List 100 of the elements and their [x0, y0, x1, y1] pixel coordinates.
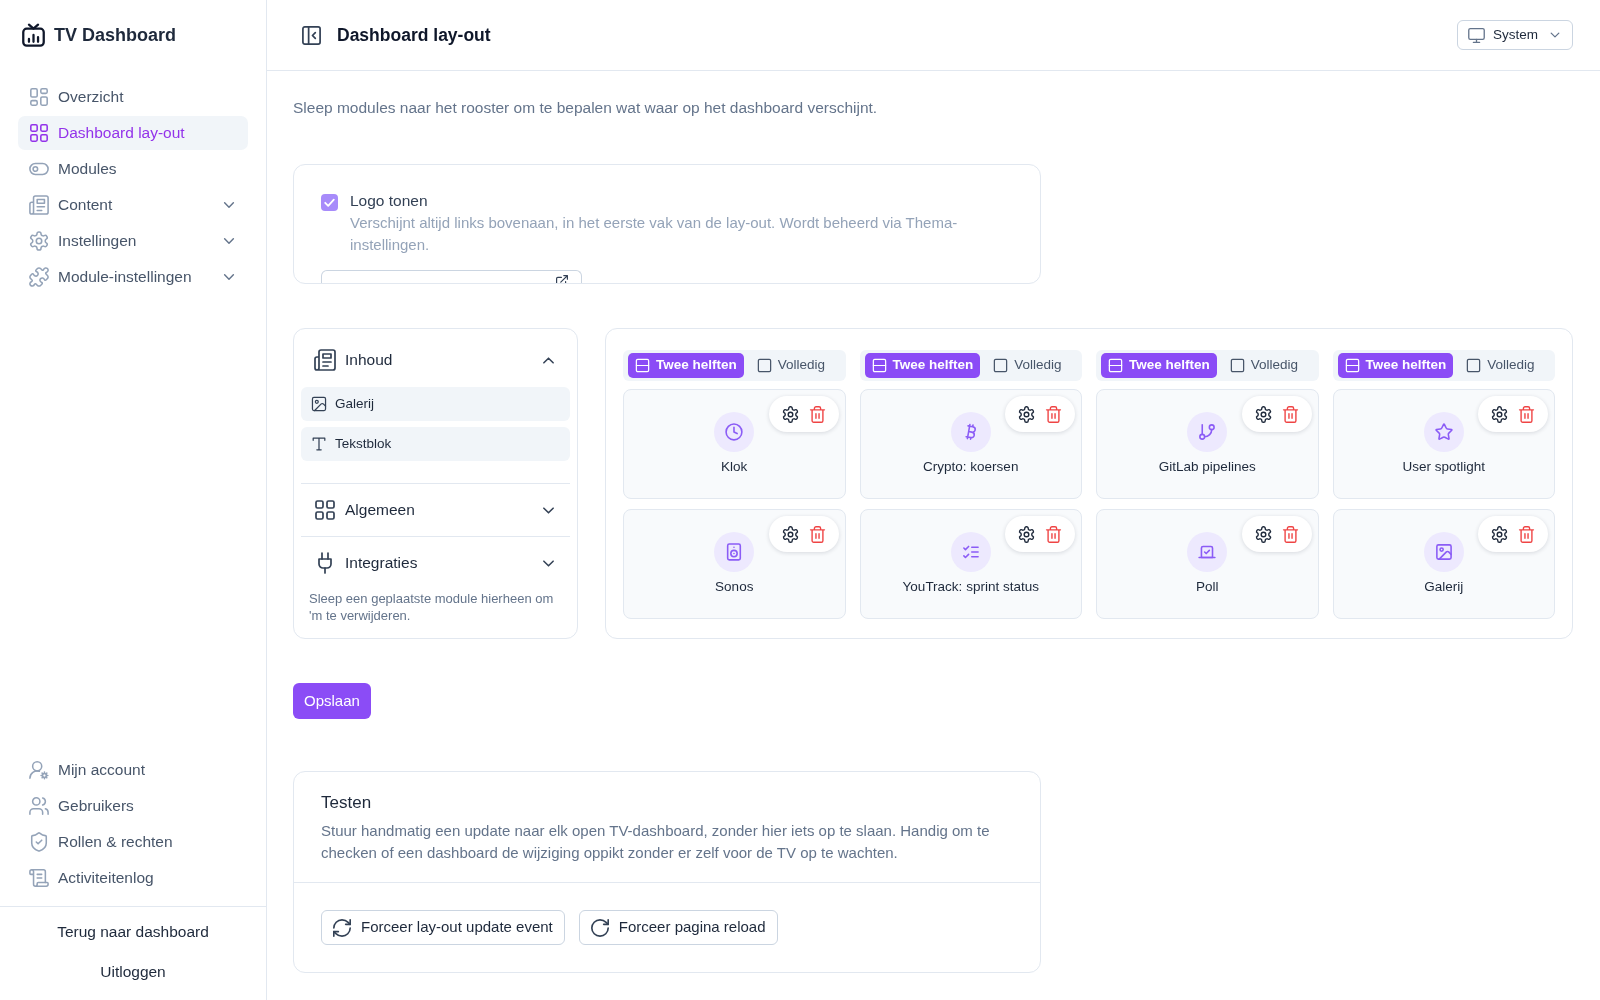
image-icon: [311, 396, 327, 412]
logout-link[interactable]: Uitloggen: [100, 952, 166, 992]
module-tile[interactable]: User spotlight: [1332, 389, 1555, 499]
clock-icon: [714, 412, 755, 452]
brand-name: TV Dashboard: [54, 23, 177, 47]
text-icon: [311, 436, 327, 452]
puzzle-icon: [29, 267, 49, 287]
shield-check-icon: [29, 832, 49, 852]
intro-text: Sleep modules naar het rooster om te bepalen wat waar op het dashboard verschijnt.: [293, 98, 879, 118]
trash-icon[interactable]: [808, 405, 826, 423]
settings-icon[interactable]: [1254, 525, 1272, 543]
trash-icon[interactable]: [1281, 525, 1299, 543]
module-tile[interactable]: YouTrack: sprint status: [859, 509, 1082, 619]
category-header[interactable]: Inhoud: [301, 334, 570, 386]
module-name: GitLab pipelines: [1158, 458, 1256, 476]
width-option[interactable]: Twee helften: [628, 353, 744, 378]
page-title: Dashboard lay-out: [337, 24, 491, 46]
back-link[interactable]: Terug naar dashboard: [57, 912, 209, 952]
width-option[interactable]: Twee helften: [1337, 353, 1454, 378]
settings-icon[interactable]: [1018, 525, 1035, 543]
users-icon: [29, 796, 49, 816]
sidebar-toggle-icon[interactable]: [301, 24, 322, 46]
split-square-icon: [1344, 358, 1360, 373]
checkbox-description: Verschijnt altijd links bovenaan, in het eerste vak van de lay-out. Wordt beheerd via Thema-instellingen.: [350, 213, 959, 255]
palette-item[interactable]: Galerij: [301, 387, 570, 421]
settings-icon[interactable]: [1018, 405, 1035, 423]
module-name: Klok: [721, 458, 748, 476]
module-tile[interactable]: Klok: [623, 389, 846, 499]
settings-icon[interactable]: [781, 525, 799, 543]
page-reload-button[interactable]: Forceer pagina reload: [578, 910, 778, 945]
category-header[interactable]: Integraties: [301, 537, 570, 589]
width-option[interactable]: Volledig: [1222, 353, 1306, 378]
nav-item[interactable]: Instellingen: [18, 224, 248, 258]
checkbox[interactable]: [321, 193, 338, 211]
module-name: Sonos: [715, 578, 754, 596]
branch-icon: [1187, 412, 1228, 452]
nav-item[interactable]: Modules: [18, 152, 248, 186]
square-icon: [756, 358, 772, 373]
external-link-icon: [556, 275, 568, 283]
nav-item[interactable]: Content: [18, 188, 248, 222]
module-tile[interactable]: Crypto: koersen: [859, 389, 1082, 499]
settings-icon[interactable]: [781, 405, 799, 423]
trash-icon[interactable]: [1045, 405, 1062, 423]
palette-item[interactable]: Tekstblok: [301, 427, 570, 461]
width-option[interactable]: Twee helften: [1101, 353, 1217, 378]
settings-icon[interactable]: [1491, 525, 1508, 543]
layout-update-button[interactable]: Forceer lay-out update event: [321, 910, 565, 945]
width-option[interactable]: Volledig: [749, 353, 833, 378]
module-tile[interactable]: Sonos: [623, 509, 846, 619]
split-square-icon: [635, 358, 650, 373]
split-square-icon: [1108, 358, 1123, 373]
square-icon: [993, 358, 1009, 373]
nav-item[interactable]: Mijn account: [18, 753, 248, 787]
trash-icon[interactable]: [1045, 525, 1062, 543]
remove-hint: Sleep een geplaatste module hierheen om 'm te verwijderen.: [308, 590, 555, 624]
module-tile[interactable]: Poll: [1096, 509, 1319, 619]
bitcoin-icon: [950, 412, 991, 452]
checklist-icon: [950, 532, 991, 572]
split-square-icon: [871, 358, 887, 373]
nav-item[interactable]: Rollen & rechten: [18, 825, 248, 859]
module-tile[interactable]: GitLab pipelines: [1096, 389, 1319, 499]
trash-icon[interactable]: [1518, 525, 1535, 543]
newspaper-icon: [29, 195, 49, 215]
module-name: Galerij: [1424, 578, 1464, 596]
grid-icon: [314, 499, 336, 521]
nav-item[interactable]: Overzicht: [18, 80, 248, 114]
save-button[interactable]: Opslaan: [293, 683, 371, 719]
theme-select[interactable]: System: [1457, 20, 1573, 50]
trash-icon[interactable]: [1281, 405, 1299, 423]
card-title: Testen: [321, 792, 373, 814]
refresh-icon: [332, 917, 352, 938]
card-description: Stuur handmatig een update naar elk open TV-dashboard, zonder hier iets op te slaan. Handig om te checken of een dashboard de wijziging oppikt zonder er zelf voor de TV op te wachten.: [321, 821, 991, 863]
width-option[interactable]: Twee helften: [864, 353, 981, 378]
tv-icon: [21, 22, 46, 48]
nav-item[interactable]: Gebruikers: [18, 789, 248, 823]
category-header[interactable]: Algemeen: [301, 484, 570, 536]
trash-icon[interactable]: [1518, 405, 1535, 423]
dashboard-icon: [29, 87, 49, 107]
image-icon: [1423, 532, 1464, 572]
nav-item[interactable]: Dashboard lay-out: [18, 116, 248, 150]
grid-icon: [29, 123, 49, 143]
trash-icon[interactable]: [808, 525, 826, 543]
settings-icon[interactable]: [1254, 405, 1272, 423]
speaker-icon: [714, 532, 755, 572]
module-name: Crypto: koersen: [923, 458, 1019, 476]
module-name: Poll: [1196, 578, 1219, 596]
checkbox-label: Logo tonen: [350, 191, 429, 211]
module-name: User spotlight: [1402, 458, 1485, 476]
nav-item[interactable]: Activiteitenlog: [18, 861, 248, 895]
settings-icon[interactable]: [1491, 405, 1508, 423]
newspaper-icon: [314, 349, 336, 371]
width-option[interactable]: Volledig: [1459, 353, 1542, 378]
laptop-check-icon: [1187, 532, 1228, 572]
width-option[interactable]: Volledig: [986, 353, 1069, 378]
reload-icon: [589, 917, 610, 938]
nav-item[interactable]: Module-instellingen: [18, 260, 248, 294]
scroll-icon: [29, 868, 49, 888]
settings-icon: [29, 231, 49, 251]
user-gear-icon: [29, 760, 49, 780]
module-tile[interactable]: Galerij: [1332, 509, 1555, 619]
